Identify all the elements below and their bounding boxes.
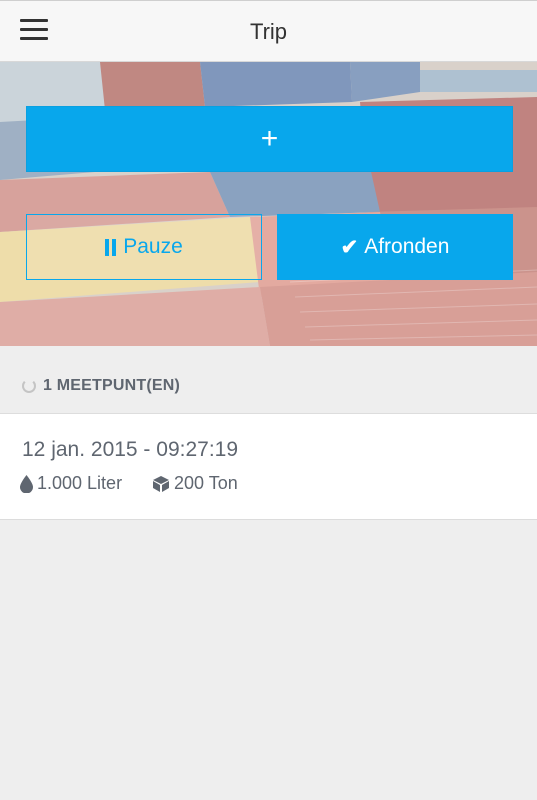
measurement-datetime: 12 jan. 2015 - 09:27:19: [22, 438, 239, 461]
page-title: Trip: [249, 19, 288, 44]
refresh-icon: [22, 379, 36, 393]
volume-info: 1.000 Liter: [20, 473, 122, 494]
cube-icon: [152, 475, 170, 493]
header-image-containers: + Pauze ✔ Afronden: [0, 62, 537, 346]
measurements-count: 1 MEETPUNT(EN): [43, 377, 181, 394]
app-bar: Trip: [0, 0, 537, 62]
volume-value: 1.000 Liter: [37, 473, 123, 493]
pause-button[interactable]: Pauze: [26, 214, 262, 280]
finish-button[interactable]: ✔ Afronden: [277, 214, 513, 280]
list-item[interactable]: 12 jan. 2015 - 09:27:19 1.000 Liter 200 …: [0, 414, 537, 520]
weight-value: 200 Ton: [174, 473, 238, 493]
add-measurement-button[interactable]: +: [26, 106, 513, 172]
add-label: +: [260, 122, 279, 155]
pause-label: Pauze: [123, 235, 183, 258]
finish-label: Afronden: [364, 235, 450, 258]
weight-info: 200 Ton: [152, 473, 238, 494]
checkmark-icon: ✔: [340, 235, 359, 259]
water-drop-icon: [20, 474, 33, 493]
pause-icon: [105, 238, 117, 256]
measurements-header: 1 MEETPUNT(EN): [0, 346, 537, 414]
